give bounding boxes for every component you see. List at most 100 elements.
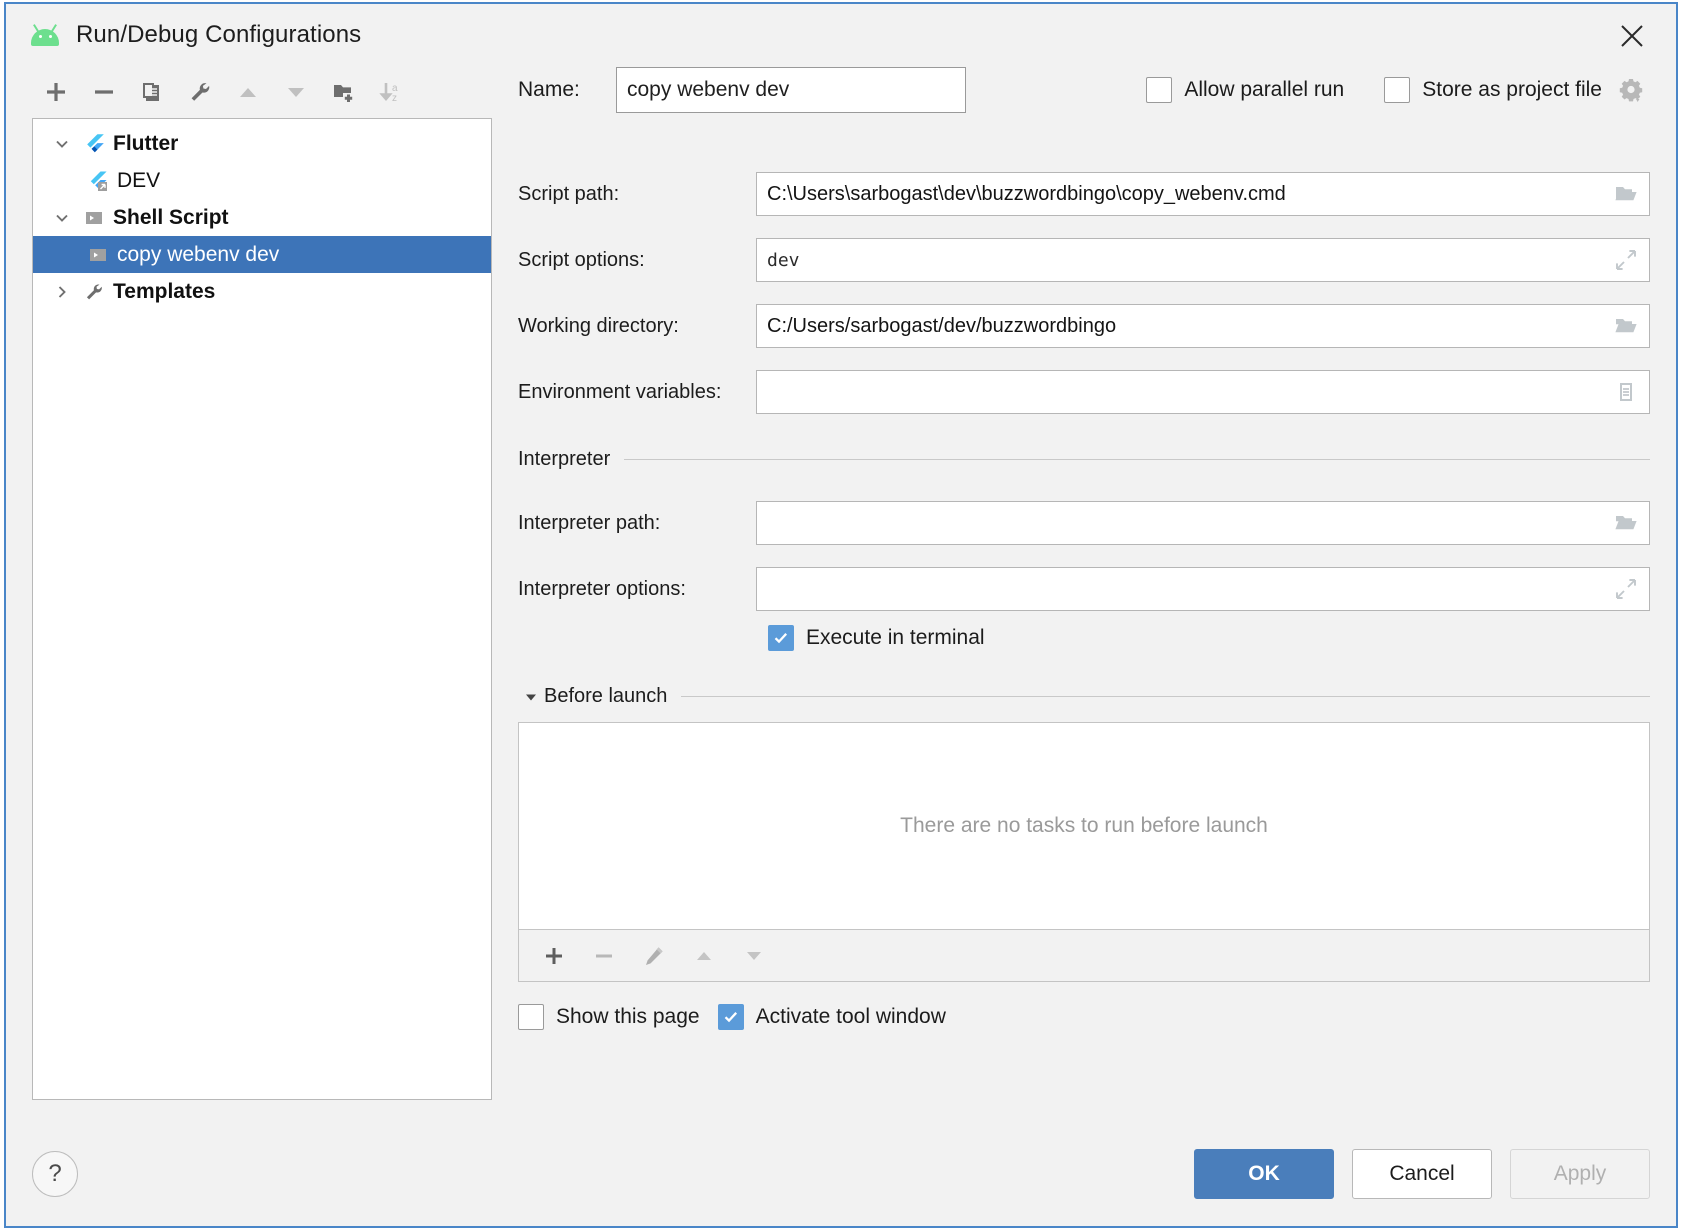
sort-alphabetically-button[interactable]: a z [368,70,416,114]
working-directory-row: Working directory: C:/Users/sarbogast/de… [506,304,1650,348]
script-options-input[interactable]: dev [756,238,1650,282]
activate-tool-window-checkbox[interactable]: Activate tool window [717,1004,946,1030]
tree-node-label: DEV [117,168,161,192]
shell-script-icon [83,244,113,266]
script-path-input[interactable]: C:\Users\sarbogast\dev\buzzwordbingo\cop… [756,172,1650,216]
script-path-row: Script path: C:\Users\sarbogast\dev\buzz… [506,172,1650,216]
tree-node-label: copy webenv dev [117,242,280,266]
dialog-titlebar: Run/Debug Configurations [6,4,1676,66]
flutter-icon [79,133,109,155]
help-button[interactable]: ? [32,1151,78,1197]
bottom-checkbox-group: Show this page Activate tool window [518,1004,1650,1030]
environment-variables-input[interactable] [756,370,1650,414]
name-row: Name: copy webenv dev Allow parallel run… [506,66,1650,114]
show-this-page-label: Show this page [556,1005,700,1028]
tree-node-label: Templates [113,279,216,303]
script-path-value: C:\Users\sarbogast\dev\buzzwordbingo\cop… [767,182,1286,205]
script-options-value: dev [767,249,800,271]
dialog-footer: ? OK Cancel Apply [6,1122,1676,1226]
interpreter-section-header: Interpreter [506,448,1650,471]
interpreter-options-input[interactable] [756,567,1650,611]
close-icon[interactable] [1610,14,1654,58]
chevron-right-icon[interactable] [45,284,79,300]
list-edit-icon[interactable] [1609,375,1643,409]
folder-open-icon[interactable] [1609,177,1643,211]
interpreter-path-input[interactable] [756,501,1650,545]
task-move-down-button[interactable] [729,934,779,978]
move-up-button[interactable] [224,70,272,114]
task-move-up-button[interactable] [679,934,729,978]
section-divider [681,696,1650,697]
checkbox-box[interactable] [1146,77,1173,103]
caret-down-icon[interactable] [518,689,544,705]
execute-in-terminal-checkbox[interactable]: Execute in terminal [768,625,985,651]
tree-node-label: Shell Script [113,205,229,229]
tree-node-dev[interactable]: DEV [33,162,491,199]
chevron-down-icon[interactable] [45,136,79,152]
working-directory-value: C:/Users/sarbogast/dev/buzzwordbingo [767,314,1117,337]
dialog-content: a z Flutter DEV Shell Script copy webenv… [6,66,1676,1122]
cancel-button[interactable]: Cancel [1352,1149,1492,1199]
configurations-tree[interactable]: Flutter DEV Shell Script copy webenv dev… [32,118,492,1100]
folder-open-icon[interactable] [1609,506,1643,540]
before-launch-empty-text: There are no tasks to run before launch [900,814,1268,837]
environment-variables-row: Environment variables: [506,370,1650,414]
expand-arrows-icon[interactable] [1609,243,1643,277]
move-down-button[interactable] [272,70,320,114]
new-folder-button[interactable] [320,70,368,114]
store-as-project-file-checkbox[interactable]: Store as project file [1384,77,1602,103]
remove-task-button[interactable] [579,934,629,978]
expand-arrows-icon[interactable] [1609,572,1643,606]
ok-button[interactable]: OK [1194,1149,1334,1199]
interpreter-options-label: Interpreter options: [518,577,686,600]
script-options-label: Script options: [518,248,645,271]
run-debug-configurations-dialog: Run/Debug Configurations a z Flutter DEV… [4,2,1678,1228]
folder-open-icon[interactable] [1609,309,1643,343]
checkbox-box[interactable] [768,625,794,651]
show-this-page-checkbox[interactable]: Show this page [518,1004,700,1030]
checkbox-box[interactable] [717,1004,744,1030]
allow-parallel-run-checkbox[interactable]: Allow parallel run [1146,77,1344,103]
wrench-icon [79,281,109,303]
pencil-icon[interactable] [629,934,679,978]
checkbox-box[interactable] [518,1004,544,1030]
tree-node-copy-webenv-dev[interactable]: copy webenv dev [33,236,491,273]
checkbox-box[interactable] [1384,77,1411,103]
interpreter-path-label: Interpreter path: [518,511,661,534]
remove-configuration-button[interactable] [80,70,128,114]
activate-tool-window-label: Activate tool window [755,1005,946,1028]
add-configuration-button[interactable] [32,70,80,114]
add-task-button[interactable] [529,934,579,978]
interpreter-options-row: Interpreter options: [506,567,1650,611]
execute-in-terminal-row: Execute in terminal [768,625,1650,651]
store-as-project-file-label: Store as project file [1422,78,1602,101]
working-directory-input[interactable]: C:/Users/sarbogast/dev/buzzwordbingo [756,304,1650,348]
shell-script-icon [79,207,109,229]
flutter-run-icon [83,170,113,192]
copy-configuration-button[interactable] [128,70,176,114]
allow-parallel-run-label: Allow parallel run [1184,78,1345,101]
chevron-down-icon[interactable] [45,210,79,226]
tree-node-templates[interactable]: Templates [33,273,491,310]
tree-node-shell-script[interactable]: Shell Script [33,199,491,236]
configuration-editor-pane: Name: copy webenv dev Allow parallel run… [492,66,1676,1122]
section-divider [624,459,1650,460]
apply-button: Apply [1510,1149,1650,1199]
before-launch-task-list[interactable]: There are no tasks to run before launch [518,722,1650,930]
tree-node-flutter[interactable]: Flutter [33,125,491,162]
android-icon [28,23,62,47]
before-launch-title: Before launch [544,685,668,707]
before-launch-section-header[interactable]: Before launch [506,685,1650,708]
execute-in-terminal-label: Execute in terminal [806,626,985,649]
svg-text:z: z [392,93,397,104]
configurations-pane: a z Flutter DEV Shell Script copy webenv… [6,66,492,1122]
name-input[interactable]: copy webenv dev [616,67,966,113]
gear-dropdown-icon[interactable] [1612,71,1650,109]
name-input-value: copy webenv dev [627,78,790,101]
top-checkbox-group: Allow parallel run Store as project file [1146,71,1650,109]
wrench-icon[interactable] [176,70,224,114]
footer-button-group: OK Cancel Apply [1194,1149,1650,1199]
environment-variables-label: Environment variables: [518,380,722,403]
script-options-row: Script options: dev [506,238,1650,282]
name-label: Name: [518,78,580,101]
